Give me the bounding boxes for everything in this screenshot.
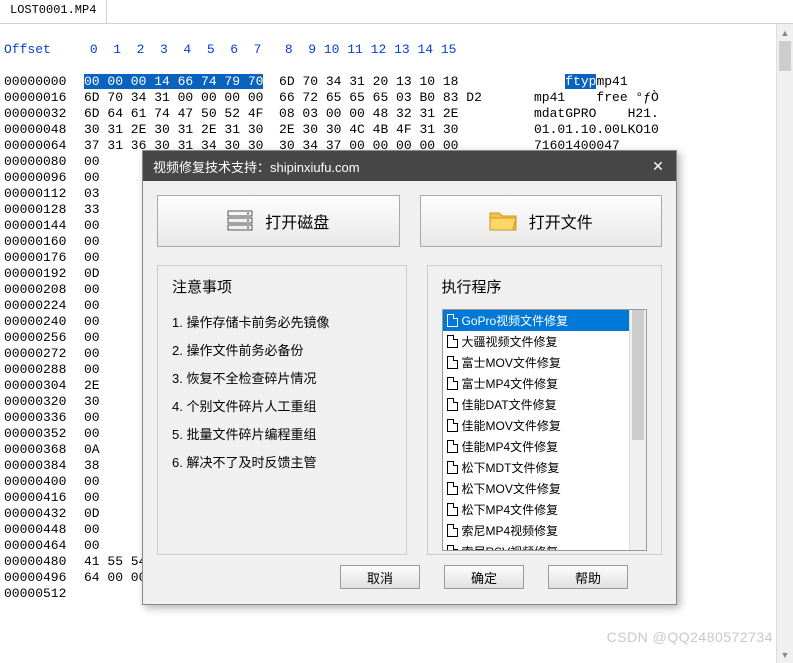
listbox-scroll-thumb[interactable]: [632, 310, 644, 440]
file-icon: [447, 398, 458, 411]
file-icon: [447, 419, 458, 432]
notes-list: 1. 操作存储卡前务必先镜像2. 操作文件前务必备份3. 恢复不全检查碎片情况4…: [172, 309, 392, 477]
scroll-thumb[interactable]: [779, 41, 791, 71]
file-icon: [447, 503, 458, 516]
repair-dialog: 视频修复技术支持：shipinxiufu.com ✕ 打开磁盘 打开文件 注意事…: [142, 150, 677, 605]
notes-item: 6. 解决不了及时反馈主管: [172, 449, 392, 477]
notes-panel: 注意事项 1. 操作存储卡前务必先镜像2. 操作文件前务必备份3. 恢复不全检查…: [157, 265, 407, 555]
program-item[interactable]: 松下MDT文件修复: [443, 457, 647, 478]
program-item[interactable]: 富士MOV文件修复: [443, 352, 647, 373]
scroll-down-icon[interactable]: ▼: [777, 646, 793, 663]
file-icon: [447, 545, 458, 551]
dialog-title-text: 视频修复技术支持：shipinxiufu.com: [153, 157, 360, 176]
file-icon: [447, 440, 458, 453]
file-tab[interactable]: LOST0001.MP4: [0, 0, 107, 23]
dialog-titlebar[interactable]: 视频修复技术支持：shipinxiufu.com ✕: [143, 151, 676, 181]
program-item[interactable]: 佳能DAT文件修复: [443, 394, 647, 415]
open-file-button[interactable]: 打开文件: [420, 195, 663, 247]
programs-listbox[interactable]: GoPro视频文件修复大疆视频文件修复富士MOV文件修复富士MP4文件修复佳能D…: [442, 309, 648, 551]
program-item[interactable]: 索尼RSV视频修复: [443, 541, 647, 551]
file-icon: [447, 314, 458, 327]
notes-item: 1. 操作存储卡前务必先镜像: [172, 309, 392, 337]
program-item[interactable]: 大疆视频文件修复: [443, 331, 647, 352]
program-item[interactable]: 松下MOV文件修复: [443, 478, 647, 499]
watermark-text: CSDN @QQ2480572734: [607, 629, 773, 645]
hex-row: 0000000000 00 00 14 66 74 79 70 6D 70 34…: [4, 74, 793, 90]
open-file-label: 打开文件: [529, 209, 593, 233]
notes-item: 3. 恢复不全检查碎片情况: [172, 365, 392, 393]
hex-row: 000000166D 70 34 31 00 00 00 00 66 72 65…: [4, 90, 793, 106]
tab-bar: LOST0001.MP4: [0, 0, 793, 24]
help-button[interactable]: 帮助: [548, 565, 628, 589]
open-disk-button[interactable]: 打开磁盘: [157, 195, 400, 247]
open-disk-label: 打开磁盘: [265, 209, 329, 233]
hex-row: 0000004830 31 2E 30 31 2E 31 30 2E 30 30…: [4, 122, 793, 138]
hex-header: Offset 0 1 2 3 4 5 6 7 8 9 10 11 12 13 1…: [4, 42, 793, 58]
program-item[interactable]: 富士MP4文件修复: [443, 373, 647, 394]
listbox-scrollbar[interactable]: [629, 310, 646, 550]
hex-row: 000000326D 64 61 74 47 50 52 4F 08 03 00…: [4, 106, 793, 122]
program-item[interactable]: 松下MP4文件修复: [443, 499, 647, 520]
program-item[interactable]: 索尼MP4视频修复: [443, 520, 647, 541]
folder-icon: [489, 210, 517, 232]
file-icon: [447, 524, 458, 537]
program-item[interactable]: 佳能MOV文件修复: [443, 415, 647, 436]
ok-button[interactable]: 确定: [444, 565, 524, 589]
file-icon: [447, 377, 458, 390]
close-icon[interactable]: ✕: [648, 156, 668, 176]
scroll-up-icon[interactable]: ▲: [777, 24, 793, 41]
programs-panel: 执行程序 GoPro视频文件修复大疆视频文件修复富士MOV文件修复富士MP4文件…: [427, 265, 663, 555]
notes-title: 注意事项: [172, 276, 392, 297]
cancel-button[interactable]: 取消: [340, 565, 420, 589]
programs-title: 执行程序: [442, 276, 662, 297]
file-icon: [447, 335, 458, 348]
notes-item: 4. 个别文件碎片人工重组: [172, 393, 392, 421]
vertical-scrollbar[interactable]: ▲ ▼: [776, 24, 793, 663]
notes-item: 2. 操作文件前务必备份: [172, 337, 392, 365]
disk-icon: [227, 210, 253, 232]
notes-item: 5. 批量文件碎片编程重组: [172, 421, 392, 449]
file-icon: [447, 356, 458, 369]
file-icon: [447, 461, 458, 474]
program-item[interactable]: GoPro视频文件修复: [443, 310, 647, 331]
program-item[interactable]: 佳能MP4文件修复: [443, 436, 647, 457]
file-icon: [447, 482, 458, 495]
